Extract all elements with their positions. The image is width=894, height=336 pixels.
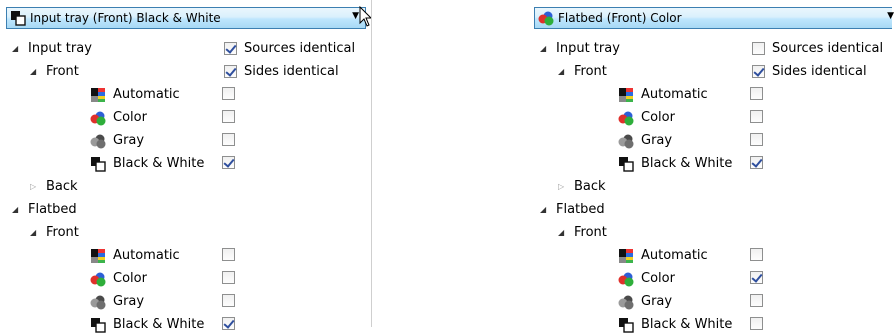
color-checkbox[interactable]	[750, 271, 763, 284]
tree-item-gray[interactable]: Gray	[534, 129, 894, 152]
expander-icon[interactable]: ◢	[540, 198, 550, 221]
black-white-checkbox[interactable]	[222, 156, 235, 169]
tree-node-front[interactable]: ◢ Front	[558, 60, 607, 83]
tree-item-automatic[interactable]: Automatic	[6, 244, 366, 267]
automatic-icon	[618, 87, 634, 103]
black-white-icon	[10, 10, 26, 26]
black-white-icon	[90, 317, 106, 333]
tree-item-gray[interactable]: Gray	[534, 290, 894, 313]
automatic-icon	[90, 248, 106, 264]
tree-node-flatbed[interactable]: ◢ Flatbed	[540, 198, 605, 221]
automatic-checkbox[interactable]	[222, 248, 235, 261]
tree-item-color[interactable]: Color	[6, 267, 366, 290]
tree-node-back[interactable]: ▷ Back	[30, 175, 78, 198]
color-icon	[538, 10, 554, 26]
gray-icon	[90, 133, 106, 149]
expander-icon[interactable]: ◢	[540, 37, 550, 60]
gray-checkbox[interactable]	[222, 294, 235, 307]
color-icon	[90, 271, 106, 287]
sides-identical-checkbox[interactable]	[752, 65, 765, 78]
tree-item-black-white[interactable]: Black & White	[534, 152, 894, 175]
gray-checkbox[interactable]	[750, 294, 763, 307]
color-checkbox[interactable]	[222, 271, 235, 284]
black-white-icon	[90, 156, 106, 172]
tree-node-input-tray[interactable]: ◢ Input tray	[540, 37, 620, 60]
automatic-checkbox[interactable]	[750, 87, 763, 100]
tree-item-gray[interactable]: Gray	[6, 290, 366, 313]
right-panel: Flatbed (Front) Color ▼ ◢ Input tray Sour…	[534, 0, 894, 327]
black-white-icon	[618, 156, 634, 172]
automatic-icon	[618, 248, 634, 264]
mode-dropdown[interactable]: Input tray (Front) Black & White ▼	[6, 6, 371, 29]
gray-icon	[618, 294, 634, 310]
chevron-down-icon[interactable]: ▼	[352, 11, 359, 21]
black-white-checkbox[interactable]	[750, 317, 763, 330]
color-checkbox[interactable]	[750, 110, 763, 123]
mouse-cursor-icon	[359, 6, 371, 27]
tree-node-front[interactable]: ◢ Front	[558, 221, 607, 244]
tree-item-color[interactable]: Color	[534, 267, 894, 290]
tree-item-color[interactable]: Color	[6, 106, 366, 129]
automatic-icon	[90, 87, 106, 103]
color-icon	[618, 271, 634, 287]
left-panel: Input tray (Front) Black & White ▼ ◢ Inpu…	[6, 0, 372, 327]
expander-icon[interactable]: ◢	[558, 221, 568, 244]
tree-node-front[interactable]: ◢ Front	[30, 60, 79, 83]
expander-icon[interactable]: ◢	[558, 60, 568, 83]
gray-checkbox[interactable]	[750, 133, 763, 146]
black-white-checkbox[interactable]	[222, 317, 235, 330]
dropdown-selected-value: Input tray (Front) Black & White	[30, 11, 221, 25]
automatic-checkbox[interactable]	[222, 87, 235, 100]
tree-item-automatic[interactable]: Automatic	[6, 83, 366, 106]
color-checkbox[interactable]	[222, 110, 235, 123]
tree-node-front[interactable]: ◢ Front	[30, 221, 79, 244]
gray-icon	[618, 133, 634, 149]
tree-node-input-tray[interactable]: ◢ Input tray	[12, 37, 92, 60]
expander-icon[interactable]: ◢	[30, 221, 40, 244]
sources-identical-checkbox[interactable]	[224, 42, 237, 55]
black-white-checkbox[interactable]	[750, 156, 763, 169]
expander-collapsed-icon[interactable]: ▷	[30, 175, 40, 198]
expander-icon[interactable]: ◢	[12, 198, 22, 221]
tree-item-automatic[interactable]: Automatic	[534, 83, 894, 106]
expander-icon[interactable]: ◢	[12, 37, 22, 60]
chevron-down-icon[interactable]: ▼	[887, 11, 894, 21]
automatic-checkbox[interactable]	[750, 248, 763, 261]
expander-icon[interactable]: ◢	[30, 60, 40, 83]
tree-item-black-white[interactable]: Black & White	[6, 313, 366, 336]
tree-item-automatic[interactable]: Automatic	[534, 244, 894, 267]
dropdown-selected-value: Flatbed (Front) Color	[558, 11, 682, 25]
mode-dropdown[interactable]: Flatbed (Front) Color ▼	[534, 7, 894, 29]
color-icon	[618, 110, 634, 126]
black-white-icon	[618, 317, 634, 333]
sides-identical-checkbox[interactable]	[224, 65, 237, 78]
tree-node-back[interactable]: ▷ Back	[558, 175, 606, 198]
tree-item-black-white[interactable]: Black & White	[6, 152, 366, 175]
tree-item-gray[interactable]: Gray	[6, 129, 366, 152]
gray-checkbox[interactable]	[222, 133, 235, 146]
tree-node-flatbed[interactable]: ◢ Flatbed	[12, 198, 77, 221]
gray-icon	[90, 294, 106, 310]
tree-item-black-white[interactable]: Black & White	[534, 313, 894, 336]
color-icon	[90, 110, 106, 126]
sources-identical-checkbox[interactable]	[752, 42, 765, 55]
tree-item-color[interactable]: Color	[534, 106, 894, 129]
expander-collapsed-icon[interactable]: ▷	[558, 175, 568, 198]
